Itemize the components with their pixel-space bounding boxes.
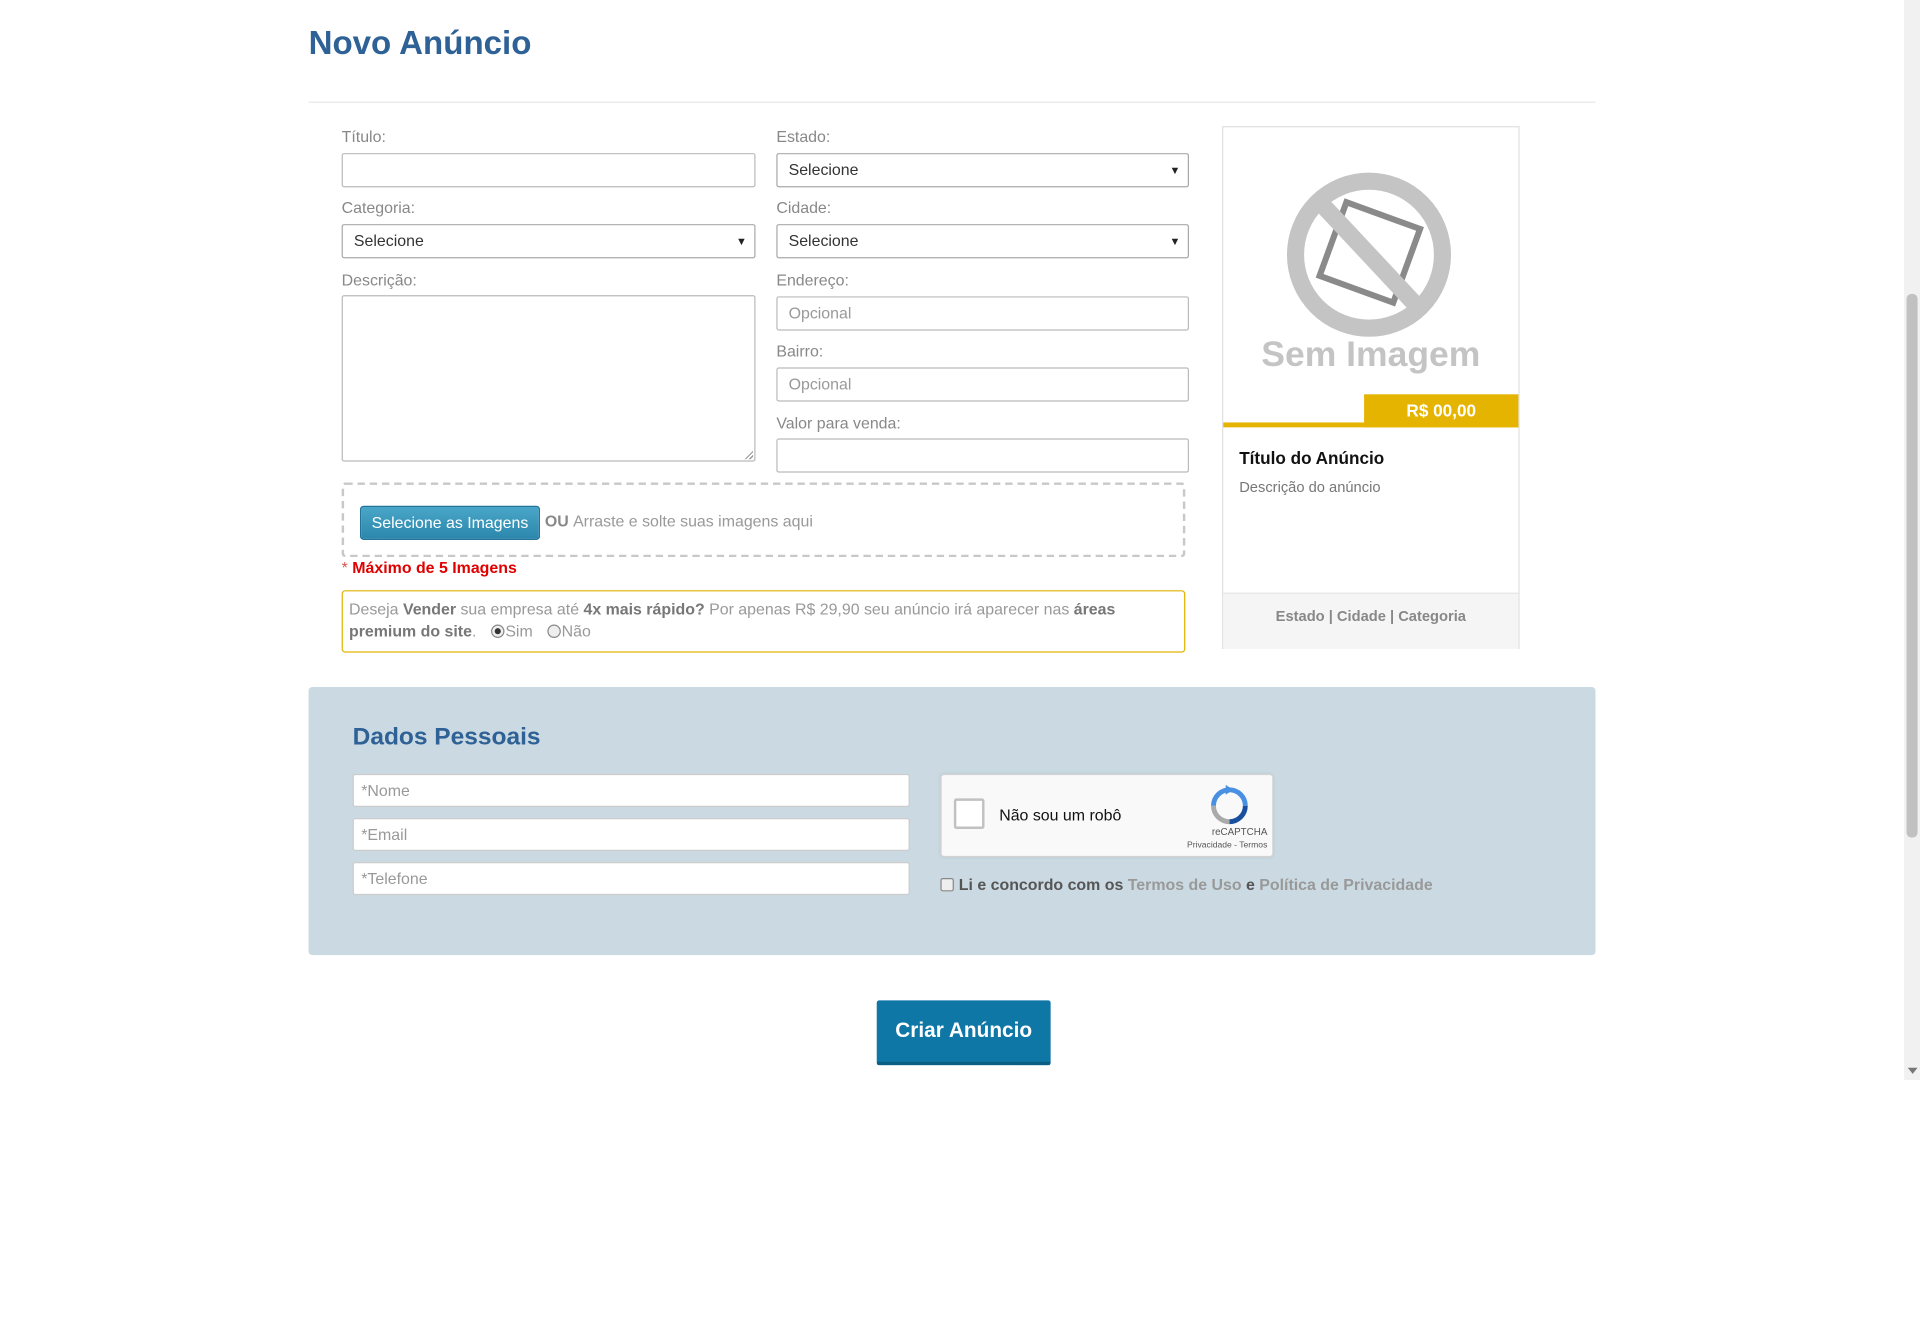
- ad-preview-card: Sem Imagem R$ 00,00 Título do Anúncio De…: [1222, 126, 1520, 649]
- recaptcha-logo-icon: [1211, 784, 1248, 825]
- categoria-select[interactable]: Selecione ▼: [341, 224, 756, 259]
- preview-price: R$ 00,00: [1364, 394, 1519, 428]
- preview-title: Título do Anúncio: [1239, 448, 1385, 468]
- endereco-label: Endereço:: [776, 270, 849, 289]
- titulo-label: Título:: [341, 127, 386, 146]
- premium-bold-1: Vender: [402, 600, 457, 619]
- premium-yes-radio[interactable]: [490, 624, 505, 638]
- premium-text-4: .: [471, 622, 477, 641]
- cidade-select[interactable]: Selecione ▼: [776, 224, 1189, 259]
- categoria-selected: Selecione: [353, 231, 424, 250]
- terms-prefix: Li e concordo com os: [958, 875, 1128, 894]
- estado-selected: Selecione: [788, 160, 859, 179]
- premium-bold-2: 4x mais rápido?: [583, 600, 705, 619]
- descricao-textarea[interactable]: [341, 295, 756, 462]
- cidade-label: Cidade:: [776, 198, 832, 217]
- premium-no-label[interactable]: Não: [562, 622, 591, 640]
- terms-of-use-link[interactable]: Termos de Uso: [1128, 876, 1242, 894]
- image-dropzone[interactable]: Selecione as Imagens OU Arraste e solte …: [341, 482, 1186, 558]
- max-images-note: * Máximo de 5 Imagens: [342, 558, 517, 576]
- cidade-selected: Selecione: [788, 231, 859, 250]
- max-images-text: Máximo de 5 Imagens: [352, 558, 517, 577]
- endereco-input[interactable]: Opcional: [776, 296, 1189, 331]
- no-image-placeholder: Sem Imagem: [1223, 127, 1518, 425]
- email-input[interactable]: *Email: [352, 817, 910, 852]
- scrollbar[interactable]: [1904, 0, 1920, 1081]
- premium-text-3: Por apenas R$ 29,90 seu anúncio irá apar…: [704, 600, 1074, 619]
- select-images-button[interactable]: Selecione as Imagens: [360, 505, 541, 541]
- recaptcha-widget: Não sou um robô reCAPTCHA Privacidade - …: [940, 773, 1274, 858]
- dropzone-or: OU: [544, 511, 569, 531]
- chevron-down-icon: ▼: [1169, 164, 1181, 177]
- chevron-down-icon: ▼: [736, 235, 747, 248]
- recaptcha-links[interactable]: Privacidade - Termos: [1157, 841, 1267, 850]
- titulo-input[interactable]: [341, 153, 756, 188]
- name-input[interactable]: *Nome: [352, 773, 910, 807]
- scroll-down-icon[interactable]: [1907, 1067, 1918, 1074]
- estado-label: Estado:: [776, 127, 831, 146]
- required-star: *: [341, 558, 348, 577]
- bairro-input[interactable]: Opcional: [776, 367, 1189, 402]
- premium-yes-label[interactable]: Sim: [505, 622, 532, 640]
- resize-grip-icon[interactable]: [744, 450, 754, 460]
- personal-data-panel: Dados Pessoais *Nome *Email *Telefone Nã…: [308, 686, 1596, 956]
- premium-offer-box: Deseja Vender sua empresa até 4x mais rá…: [341, 590, 1186, 653]
- dropzone-hint: Arraste e solte suas imagens aqui: [573, 511, 813, 531]
- recaptcha-checkbox[interactable]: [953, 798, 985, 829]
- terms-checkbox[interactable]: [940, 877, 954, 892]
- personal-data-title: Dados Pessoais: [352, 723, 541, 751]
- categoria-label: Categoria:: [341, 198, 416, 217]
- preview-footer: Estado | Cidade | Categoria: [1223, 592, 1519, 649]
- bairro-label: Bairro:: [776, 341, 824, 361]
- title-divider: [308, 101, 1596, 103]
- terms-and: e: [1241, 875, 1260, 894]
- preview-description: Descrição do anúncio: [1239, 478, 1381, 496]
- premium-text-1: Deseja: [348, 600, 403, 619]
- descricao-label: Descrição:: [341, 270, 417, 289]
- chevron-down-icon: ▼: [1169, 235, 1181, 248]
- premium-no-radio[interactable]: [546, 624, 561, 638]
- recaptcha-label: Não sou um robô: [999, 805, 1122, 825]
- phone-input[interactable]: *Telefone: [352, 862, 910, 896]
- premium-text-2: sua empresa até: [456, 600, 584, 619]
- no-image-text: Sem Imagem: [1261, 335, 1481, 375]
- valor-input[interactable]: [776, 438, 1189, 473]
- scrollbar-thumb[interactable]: [1906, 293, 1918, 838]
- create-ad-button[interactable]: Criar Anúncio: [876, 1000, 1051, 1066]
- recaptcha-brand: reCAPTCHA: [1211, 826, 1268, 838]
- no-image-icon: [1286, 172, 1452, 337]
- privacy-policy-link[interactable]: Política de Privacidade: [1259, 876, 1432, 894]
- terms-agreement: Li e concordo com os Termos de Uso e Pol…: [940, 875, 1433, 894]
- valor-label: Valor para venda:: [776, 413, 901, 433]
- page-title: Novo Anúncio: [308, 24, 532, 62]
- estado-select[interactable]: Selecione ▼: [776, 153, 1189, 188]
